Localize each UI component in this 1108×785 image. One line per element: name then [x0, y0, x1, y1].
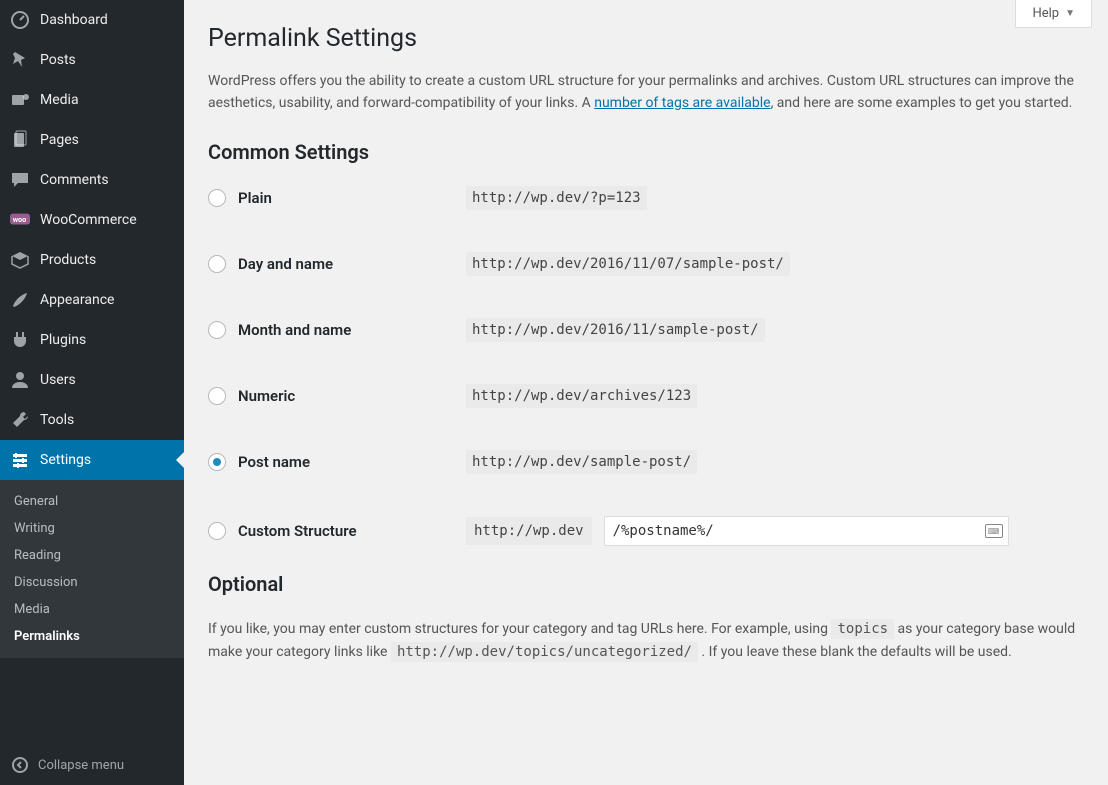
option-label: Post name: [238, 453, 310, 471]
radio-plain[interactable]: [208, 189, 226, 207]
custom-structure-input[interactable]: [604, 516, 1009, 546]
submenu-permalinks[interactable]: Permalinks: [0, 623, 184, 650]
collapse-menu[interactable]: Collapse menu: [0, 745, 184, 785]
svg-text:woo: woo: [13, 215, 27, 224]
sidebar-item-products[interactable]: Products: [0, 240, 184, 280]
option-plain[interactable]: Plain http://wp.dev/?p=123: [208, 186, 1084, 210]
option-example: http://wp.dev/archives/123: [466, 384, 697, 408]
keyboard-icon: ⌨: [985, 524, 1003, 538]
sidebar-item-label: WooCommerce: [40, 212, 137, 228]
settings-icon: [10, 450, 30, 470]
sidebar-item-label: Products: [40, 252, 96, 268]
products-icon: [10, 250, 30, 270]
help-tab[interactable]: Help ▼: [1015, 0, 1092, 28]
option-custom[interactable]: Custom Structure http://wp.dev ⌨: [208, 516, 1084, 546]
option-label: Custom Structure: [238, 522, 357, 540]
plugin-icon: [10, 330, 30, 350]
pages-icon: [10, 130, 30, 150]
submenu-general[interactable]: General: [0, 488, 184, 515]
radio-day-name[interactable]: [208, 255, 226, 273]
option-month-name[interactable]: Month and name http://wp.dev/2016/11/sam…: [208, 318, 1084, 342]
common-settings-heading: Common Settings: [208, 140, 1084, 164]
sidebar-item-label: Users: [40, 372, 76, 388]
tools-icon: [10, 410, 30, 430]
sidebar-item-woocommerce[interactable]: woo WooCommerce: [0, 200, 184, 240]
sidebar-item-label: Pages: [40, 132, 79, 148]
collapse-icon: [10, 755, 30, 775]
option-day-name[interactable]: Day and name http://wp.dev/2016/11/07/sa…: [208, 252, 1084, 276]
sidebar-item-label: Tools: [40, 412, 74, 428]
submenu-reading[interactable]: Reading: [0, 542, 184, 569]
option-example: http://wp.dev/2016/11/07/sample-post/: [466, 252, 790, 276]
tags-link[interactable]: number of tags are available: [594, 95, 770, 111]
option-label: Day and name: [238, 255, 333, 273]
option-example: http://wp.dev/?p=123: [466, 186, 647, 210]
sidebar-item-pages[interactable]: Pages: [0, 120, 184, 160]
comment-icon: [10, 170, 30, 190]
settings-submenu: General Writing Reading Discussion Media…: [0, 480, 184, 658]
radio-post-name[interactable]: [208, 453, 226, 471]
sidebar-item-label: Media: [40, 92, 79, 108]
admin-sidebar: Dashboard Posts Media Pages Comments woo…: [0, 0, 184, 785]
optional-heading: Optional: [208, 572, 1084, 596]
sidebar-item-settings[interactable]: Settings: [0, 440, 184, 480]
sidebar-item-tools[interactable]: Tools: [0, 400, 184, 440]
woo-icon: woo: [10, 210, 30, 230]
custom-prefix: http://wp.dev: [466, 517, 592, 545]
option-label: Month and name: [238, 321, 351, 339]
code-example-url: http://wp.dev/topics/uncategorized/: [391, 642, 698, 662]
sidebar-item-label: Plugins: [40, 332, 86, 348]
sidebar-item-label: Posts: [40, 52, 76, 68]
users-icon: [10, 370, 30, 390]
option-label: Numeric: [238, 387, 295, 405]
sidebar-item-comments[interactable]: Comments: [0, 160, 184, 200]
appearance-icon: [10, 290, 30, 310]
collapse-label: Collapse menu: [38, 758, 124, 773]
submenu-discussion[interactable]: Discussion: [0, 569, 184, 596]
intro-text: WordPress offers you the ability to crea…: [208, 71, 1078, 114]
dashboard-icon: [10, 10, 30, 30]
chevron-down-icon: ▼: [1065, 8, 1075, 19]
option-example: http://wp.dev/sample-post/: [466, 450, 697, 474]
sidebar-item-label: Comments: [40, 172, 109, 188]
option-example: http://wp.dev/2016/11/sample-post/: [466, 318, 765, 342]
page-title: Permalink Settings: [208, 24, 1084, 53]
code-topics: topics: [831, 619, 894, 639]
sidebar-item-posts[interactable]: Posts: [0, 40, 184, 80]
radio-month-name[interactable]: [208, 321, 226, 339]
option-numeric[interactable]: Numeric http://wp.dev/archives/123: [208, 384, 1084, 408]
sidebar-item-dashboard[interactable]: Dashboard: [0, 0, 184, 40]
sidebar-item-media[interactable]: Media: [0, 80, 184, 120]
media-icon: [10, 90, 30, 110]
submenu-writing[interactable]: Writing: [0, 515, 184, 542]
option-label: Plain: [238, 189, 272, 207]
sidebar-item-label: Settings: [40, 452, 91, 468]
sidebar-item-appearance[interactable]: Appearance: [0, 280, 184, 320]
radio-numeric[interactable]: [208, 387, 226, 405]
pin-icon: [10, 50, 30, 70]
help-label: Help: [1032, 6, 1059, 21]
main-content: Help ▼ Permalink Settings WordPress offe…: [184, 0, 1108, 785]
sidebar-item-plugins[interactable]: Plugins: [0, 320, 184, 360]
sidebar-item-users[interactable]: Users: [0, 360, 184, 400]
sidebar-item-label: Appearance: [40, 292, 114, 308]
radio-custom[interactable]: [208, 522, 226, 540]
option-post-name[interactable]: Post name http://wp.dev/sample-post/: [208, 450, 1084, 474]
optional-text: If you like, you may enter custom struct…: [208, 618, 1084, 663]
submenu-media[interactable]: Media: [0, 596, 184, 623]
sidebar-item-label: Dashboard: [40, 12, 108, 28]
